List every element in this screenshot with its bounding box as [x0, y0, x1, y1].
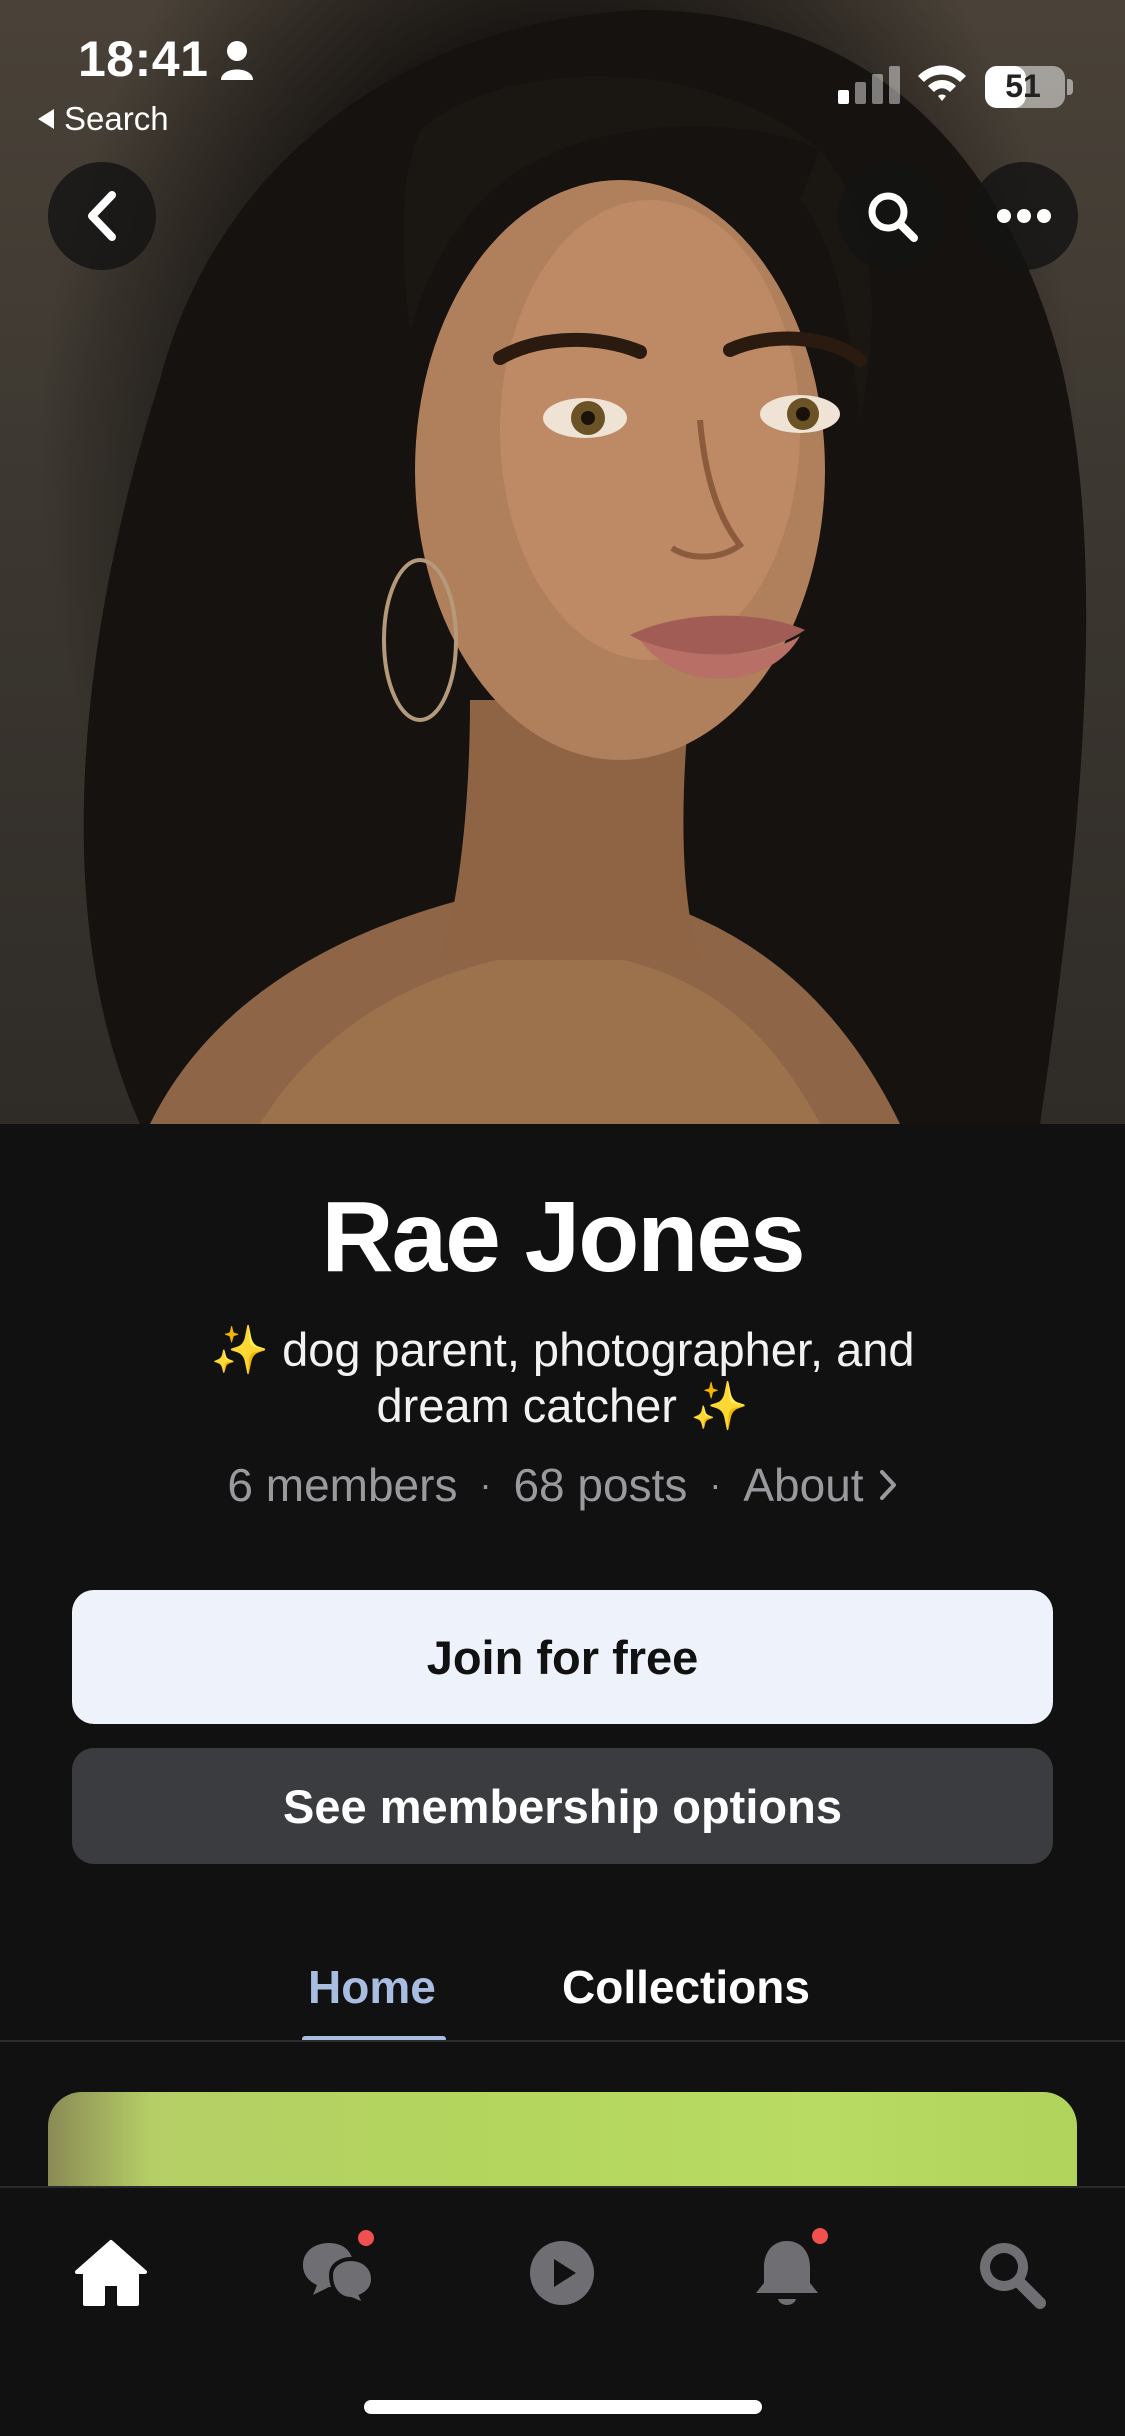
back-to-search-link[interactable]: Search	[38, 100, 169, 138]
creator-stats: 6 members · 68 posts · About	[0, 1458, 1125, 1512]
ellipsis-icon	[997, 209, 1051, 223]
home-indicator	[364, 2400, 762, 2414]
creator-bio: ✨ dog parent, photographer, and dream ca…	[210, 1323, 915, 1432]
about-link[interactable]: About	[743, 1458, 897, 1512]
battery-icon: 51	[985, 66, 1065, 108]
back-to-app-label: Search	[64, 100, 169, 137]
tab-collections[interactable]: Collections	[562, 1960, 810, 2014]
portrait-illustration	[83, 10, 1087, 1124]
bell-icon	[756, 2241, 818, 2305]
tabs-divider	[0, 2040, 1125, 2042]
chevron-left-icon	[88, 191, 116, 241]
stats-separator: ·	[479, 1464, 492, 1505]
tab-home[interactable]: Home	[308, 1960, 436, 2014]
notification-badge	[812, 2228, 828, 2244]
creator-name: Rae Jones	[321, 1181, 805, 1293]
search-button[interactable]	[838, 162, 946, 270]
wifi-icon	[918, 65, 966, 101]
battery-level: 51	[1005, 68, 1041, 104]
creator-cover-image: 18:41 Search 51	[0, 0, 1125, 1124]
chevron-right-icon	[879, 1470, 896, 1500]
tabbar-search[interactable]	[965, 2228, 1055, 2318]
posts-count: 68 posts	[513, 1459, 688, 1511]
search-icon	[868, 192, 918, 242]
about-label: About	[743, 1459, 864, 1511]
members-count: 6 members	[227, 1459, 458, 1511]
person-icon	[221, 41, 253, 80]
chat-notification-badge	[358, 2230, 374, 2246]
see-membership-options-button[interactable]: See membership options	[72, 1748, 1053, 1864]
join-for-free-button[interactable]: Join for free	[72, 1590, 1053, 1724]
battery-tip	[1067, 79, 1073, 95]
chat-icon	[303, 2243, 376, 2309]
stats-separator: ·	[709, 1464, 722, 1505]
more-options-button[interactable]	[970, 162, 1078, 270]
play-icon	[530, 2241, 594, 2305]
home-icon	[75, 2240, 147, 2306]
tabbar-video[interactable]	[517, 2228, 607, 2318]
tabbar-home[interactable]	[66, 2228, 156, 2318]
cellular-signal-icon	[838, 66, 900, 104]
back-triangle-icon	[38, 109, 54, 129]
back-button[interactable]	[48, 162, 156, 270]
status-time: 18:41	[78, 31, 209, 87]
search-icon	[980, 2243, 1046, 2309]
